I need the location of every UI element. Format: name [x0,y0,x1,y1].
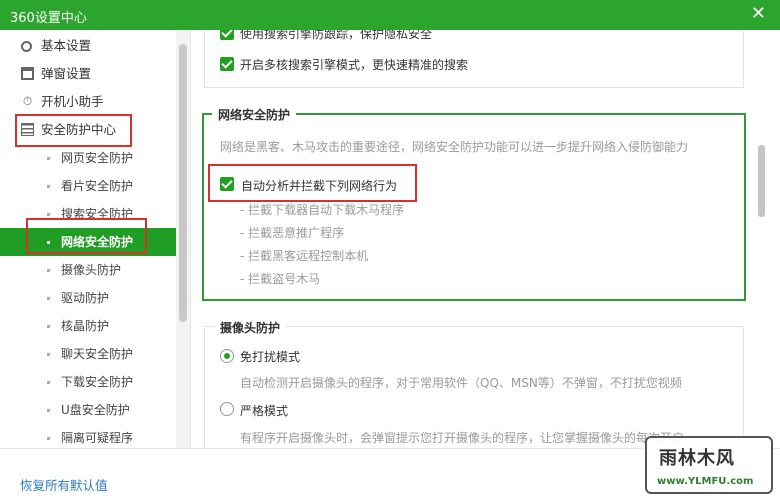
option-anti-tracking-label: 使用搜索引擎防跟踪，保护隐私安全 [240,30,433,41]
radio-no-disturb-mode[interactable] [220,349,234,363]
sidebar: 基本设置 弹窗设置 ⏱ 开机小助手 安全防护中心 网页安全防护 看片安全防护 搜… [0,30,176,448]
sidebar-item-label: 核晶防护 [61,319,110,333]
checkbox-multicore-search[interactable] [220,57,234,71]
checkbox-anti-tracking[interactable] [220,30,234,40]
sidebar-item-label: 驱动防护 [61,291,110,305]
sidebar-item-label: 看片安全防护 [61,179,134,193]
window-icon [21,67,34,80]
sidebar-item-label: 安全防护中心 [41,122,117,137]
sidebar-item-network-protection[interactable]: 网络安全防护 [0,228,176,256]
bullet-icon [47,185,50,188]
bullet-icon [47,325,50,328]
watermark-url: www.YLMFU.com [657,476,754,487]
bullet-icon [47,381,50,384]
network-section-description: 网络是黑客、木马攻击的重要途径，网络安全防护功能可以进一步提升网络入侵防御能力 [220,140,689,154]
sidebar-scrollbar[interactable] [176,30,190,448]
sidebar-item-label: 开机小助手 [41,94,104,109]
close-icon[interactable]: ✕ [751,4,766,24]
intercept-rule-item: - 拦截下载器自动下载木马程序 [240,203,405,217]
sidebar-item-camera-protection[interactable]: 摄像头防护 [0,256,176,284]
intercept-rule-item: - 拦截黑客远程控制本机 [240,249,369,263]
sidebar-item-quarantine[interactable]: 隔离可疑程序 [0,424,176,448]
bullet-icon [47,297,50,300]
sidebar-item-basic-settings[interactable]: 基本设置 [0,32,176,60]
timer-icon: ⏱ [22,94,33,108]
sidebar-item-label: 搜索安全防护 [61,207,134,221]
watermark-title: 雨林木风 [659,448,735,469]
sidebar-item-download-protection[interactable]: 下载安全防护 [0,368,176,396]
watermark-logo: 雨林木风 www.YLMFU.com [645,436,773,494]
sidebar-item-chat-protection[interactable]: 聊天安全防护 [0,340,176,368]
radio-strict-mode[interactable] [220,402,234,416]
sidebar-item-web-protection[interactable]: 网页安全防护 [0,144,176,172]
option-multicore-search-label: 开启多核搜索引擎模式，更快速精准的搜索 [240,58,469,72]
sidebar-item-label: 基本设置 [41,38,92,53]
intercept-rule-item: - 拦截恶意推广程序 [240,226,345,240]
sidebar-item-core-protection[interactable]: 核晶防护 [0,312,176,340]
sidebar-item-label: 摄像头防护 [61,263,122,277]
sidebar-item-label: 网页安全防护 [61,151,134,165]
strict-mode-description: 有程序开启摄像头时，会弹窗提示您打开摄像头的程序，让您掌握摄像头的每次开启 [240,431,685,445]
content-scrollbar[interactable] [754,30,780,448]
bullet-icon [47,241,50,244]
bullet-icon [47,213,50,216]
sidebar-item-label: 聊天安全防护 [61,347,134,361]
sidebar-item-label: 弹窗设置 [41,66,92,81]
bullet-icon [47,437,50,440]
sidebar-item-popup-settings[interactable]: 弹窗设置 [0,60,176,88]
window-title: 360设置中心 [10,11,87,26]
checkbox-auto-intercept[interactable] [220,177,234,191]
content-scroll-thumb[interactable] [758,145,765,217]
sidebar-scroll-thumb[interactable] [179,44,187,322]
bullet-icon [47,409,50,412]
network-section-legend: 网络安全防护 [212,106,297,123]
sidebar-item-boot-helper[interactable]: ⏱ 开机小助手 [0,88,176,116]
no-disturb-mode-description: 自动检测开启摄像头的程序，对于常用软件（QQ、MSN等）不弹窗，不打扰您视频 [240,376,682,390]
sidebar-item-label: 下载安全防护 [61,375,134,389]
no-disturb-mode-label: 免打扰模式 [240,350,301,364]
sidebar-item-driver-protection[interactable]: 驱动防护 [0,284,176,312]
shield-grid-icon [21,123,34,136]
title-bar: 360设置中心 ✕ [0,0,780,30]
gear-icon [21,41,32,52]
sidebar-item-label: 网络安全防护 [61,235,134,249]
sidebar-item-security-center[interactable]: 安全防护中心 [0,116,176,144]
strict-mode-label: 严格模式 [240,404,289,418]
bullet-icon [47,269,50,272]
restore-defaults-link[interactable]: 恢复所有默认值 [20,475,108,494]
sidebar-item-video-protection[interactable]: 看片安全防护 [0,172,176,200]
sidebar-item-usb-protection[interactable]: U盘安全防护 [0,396,176,424]
auto-intercept-label: 自动分析并拦截下列网络行为 [241,179,398,193]
sidebar-item-search-protection[interactable]: 搜索安全防护 [0,200,176,228]
sidebar-item-label: 隔离可疑程序 [61,431,134,445]
settings-content: 使用搜索引擎防跟踪，保护隐私安全 开启多核搜索引擎模式，更快速精准的搜索 网络安… [191,30,754,448]
bullet-icon [47,157,50,160]
sidebar-item-label: U盘安全防护 [61,403,130,417]
camera-section-legend: 摄像头防护 [214,319,287,336]
bullet-icon [47,353,50,356]
intercept-rule-item: - 拦截盗号木马 [240,272,321,286]
